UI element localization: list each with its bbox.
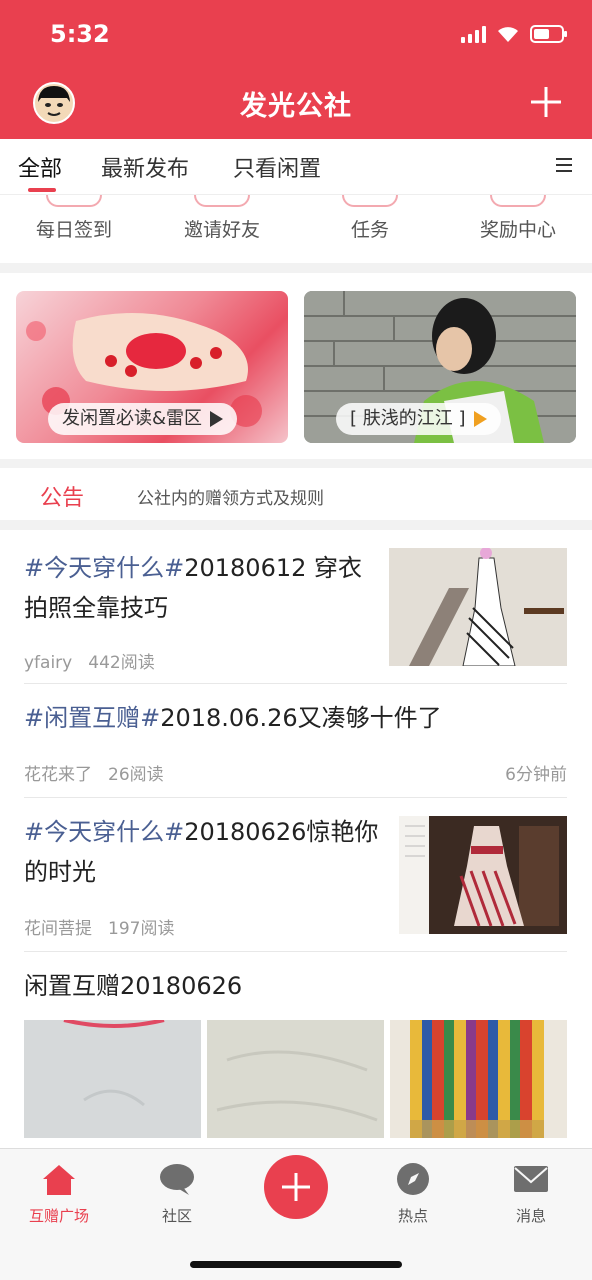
post-title: #闲置互赠#2018.06.26又凑够十件了 bbox=[24, 684, 567, 738]
banner-featured-user[interactable]: [ 肤浅的江江 ] bbox=[304, 291, 576, 443]
post-author: 花间菩提 bbox=[24, 919, 92, 939]
tab-gift-square[interactable]: 互赠广场 bbox=[0, 1161, 118, 1226]
post-thumbnail bbox=[399, 816, 567, 934]
tab-label: 社区 bbox=[161, 1207, 192, 1225]
home-icon bbox=[43, 1165, 75, 1195]
post-hashtag: #闲置互赠# bbox=[24, 704, 161, 732]
home-indicator bbox=[190, 1261, 402, 1268]
shortcut-label: 每日签到 bbox=[35, 219, 112, 241]
checkin-icon bbox=[46, 195, 102, 207]
invite-friends-button[interactable]: 邀请好友 bbox=[148, 195, 296, 242]
post-time: 6分钟前 bbox=[505, 765, 567, 785]
post-image bbox=[24, 1020, 201, 1138]
task-icon bbox=[342, 195, 398, 207]
tab-community[interactable]: 社区 bbox=[118, 1161, 236, 1226]
post-meta: 花间菩提 197阅读 bbox=[24, 914, 174, 939]
post-reads: 26阅读 bbox=[108, 765, 164, 785]
post-meta: 花花来了 26阅读 bbox=[24, 760, 164, 785]
post-title-text: 闲置互赠20180626 bbox=[24, 972, 243, 1000]
play-icon bbox=[210, 411, 224, 427]
notice-text: 公社内的赠领方式及规则 bbox=[137, 489, 324, 509]
post-title: #今天穿什么#20180612 穿衣拍照全靠技巧 bbox=[24, 548, 374, 628]
banner-tag: 发闲置必读&雷区 bbox=[48, 403, 238, 435]
tab-label: 热点 bbox=[397, 1207, 428, 1225]
post-reads: 442阅读 bbox=[88, 653, 155, 673]
banner-tag: [ 肤浅的江江 ] bbox=[336, 403, 501, 435]
post-item[interactable]: #今天穿什么#20180626惊艳你的时光 花间菩提 197阅读 bbox=[24, 798, 567, 952]
post-title-text: 2018.06.26又凑够十件了 bbox=[160, 704, 442, 732]
tab-trending[interactable]: 热点 bbox=[354, 1161, 472, 1226]
notice-bar[interactable]: 公告 公社内的赠领方式及规则 bbox=[0, 468, 592, 520]
banner-label: [ 肤浅的江江 ] bbox=[350, 408, 466, 429]
app-header: 5:32 发光公社 bbox=[0, 0, 592, 139]
play-icon bbox=[473, 411, 487, 427]
invite-icon bbox=[194, 195, 250, 207]
signal-icon bbox=[461, 25, 486, 43]
tab-all[interactable]: 全部 bbox=[18, 151, 62, 183]
post-hashtag: #今天穿什么# bbox=[24, 554, 185, 582]
post-reads: 197阅读 bbox=[108, 919, 175, 939]
rewards-center-button[interactable]: 奖励中心 bbox=[444, 195, 592, 242]
publish-button[interactable] bbox=[264, 1155, 328, 1219]
tab-bar: 全部 最新发布 只看闲置 bbox=[0, 139, 592, 195]
post-image bbox=[390, 1020, 567, 1138]
tab-messages[interactable]: 消息 bbox=[472, 1161, 590, 1226]
post-title: 闲置互赠20180626 bbox=[24, 952, 567, 1006]
tasks-button[interactable]: 任务 bbox=[296, 195, 444, 242]
notice-title: 公告 bbox=[40, 486, 85, 511]
bottom-tab-bar: 互赠广场 社区 热点 消息 bbox=[0, 1148, 592, 1280]
post-meta: yfairy 442阅读 bbox=[24, 648, 155, 673]
post-author: yfairy bbox=[24, 653, 73, 673]
menu-icon[interactable] bbox=[554, 156, 574, 174]
status-time: 5:32 bbox=[50, 20, 110, 48]
post-feed: #今天穿什么#20180612 穿衣拍照全靠技巧 yfairy 442阅读 #闲置… bbox=[0, 530, 592, 1148]
post-author: 花花来了 bbox=[24, 765, 92, 785]
chat-icon bbox=[160, 1164, 194, 1195]
tab-label: 互赠广场 bbox=[28, 1207, 89, 1225]
banner-label: 发闲置必读&雷区 bbox=[62, 408, 203, 429]
compass-icon bbox=[397, 1163, 429, 1195]
post-item[interactable]: #今天穿什么#20180612 穿衣拍照全靠技巧 yfairy 442阅读 bbox=[24, 548, 567, 684]
banner-rules[interactable]: 发闲置必读&雷区 bbox=[16, 291, 288, 443]
battery-icon bbox=[530, 24, 568, 44]
banner-section: 发闲置必读&雷区 [ 肤浅的江江 ] bbox=[0, 273, 592, 459]
shortcut-label: 奖励中心 bbox=[479, 219, 556, 241]
daily-checkin-button[interactable]: 每日签到 bbox=[0, 195, 148, 242]
post-hashtag: #今天穿什么# bbox=[24, 818, 185, 846]
post-thumbnail bbox=[389, 548, 567, 666]
mail-icon bbox=[514, 1166, 548, 1192]
post-title: #今天穿什么#20180626惊艳你的时光 bbox=[24, 798, 384, 892]
post-item[interactable]: #闲置互赠#2018.06.26又凑够十件了 花花来了 26阅读 6分钟前 bbox=[24, 684, 567, 798]
tab-active-indicator bbox=[28, 188, 56, 192]
status-icons bbox=[461, 24, 568, 44]
wifi-icon bbox=[496, 25, 520, 43]
tab-latest[interactable]: 最新发布 bbox=[101, 151, 189, 183]
shortcut-row: 每日签到 邀请好友 任务 奖励中心 bbox=[0, 195, 592, 263]
plus-icon bbox=[282, 1173, 310, 1201]
reward-icon bbox=[490, 195, 546, 207]
shortcut-label: 邀请好友 bbox=[183, 219, 260, 241]
shortcut-label: 任务 bbox=[350, 219, 389, 241]
tab-label: 消息 bbox=[515, 1207, 546, 1225]
page-title: 发光公社 bbox=[240, 91, 352, 122]
add-post-button[interactable] bbox=[528, 84, 564, 120]
tab-idle-only[interactable]: 只看闲置 bbox=[233, 151, 321, 183]
post-image bbox=[207, 1020, 384, 1138]
